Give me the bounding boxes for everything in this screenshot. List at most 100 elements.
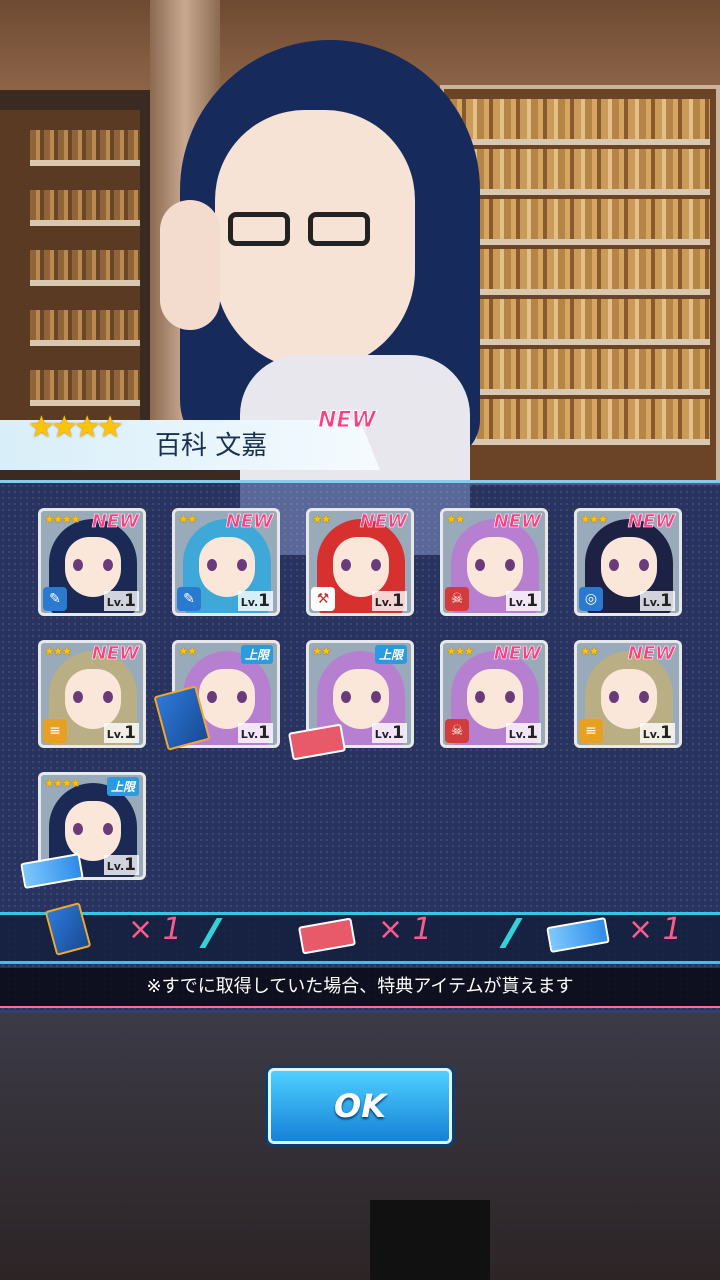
eye-icon bbox=[73, 691, 83, 703]
level-value: 1 bbox=[526, 591, 538, 611]
bonus-notice-text: ※すでに取得していた場合、特典アイテムが貰えます bbox=[0, 968, 720, 1008]
bonus-count-blue-ticket: × 1 bbox=[628, 912, 682, 947]
level-prefix: Lv. bbox=[240, 596, 259, 609]
new-badge: NEW bbox=[627, 643, 675, 664]
target-icon: ◎ bbox=[579, 587, 603, 611]
new-badge: NEW bbox=[91, 643, 139, 664]
eye-icon bbox=[103, 559, 113, 571]
card-rarity-stars: ★★ bbox=[446, 512, 465, 526]
eye-icon bbox=[639, 691, 649, 703]
character-card[interactable]: ★★★ NEW Lv.1 ≡ bbox=[38, 640, 146, 748]
card-level: Lv.1 bbox=[237, 591, 273, 611]
eye-icon bbox=[505, 691, 515, 703]
bonus-count-red-ticket: × 1 bbox=[378, 912, 432, 947]
glasses-icon bbox=[228, 212, 378, 252]
level-value: 1 bbox=[526, 723, 538, 743]
card-level: Lv.1 bbox=[103, 723, 139, 743]
eye-icon bbox=[237, 559, 247, 571]
bonus-items-bar bbox=[0, 912, 720, 964]
skull-icon: ☠ bbox=[445, 587, 469, 611]
wrench-icon: ✎ bbox=[43, 587, 67, 611]
eye-icon bbox=[207, 559, 217, 571]
bonus-count-book: × 1 bbox=[128, 912, 182, 947]
level-value: 1 bbox=[124, 855, 136, 875]
level-value: 1 bbox=[392, 723, 404, 743]
card-level: Lv.1 bbox=[371, 723, 407, 743]
level-prefix: Lv. bbox=[106, 596, 125, 609]
level-prefix: Lv. bbox=[508, 596, 527, 609]
level-prefix: Lv. bbox=[106, 728, 125, 741]
level-value: 1 bbox=[258, 591, 270, 611]
level-value: 1 bbox=[258, 723, 270, 743]
eye-icon bbox=[341, 691, 351, 703]
rarity-stars: ★★★★ bbox=[28, 410, 124, 445]
card-rarity-stars: ★★★ bbox=[580, 512, 608, 526]
limit-up-badge: 上限 bbox=[374, 645, 407, 664]
eye-icon bbox=[371, 559, 381, 571]
level-value: 1 bbox=[124, 723, 136, 743]
new-badge: NEW bbox=[359, 511, 407, 532]
new-badge: NEW bbox=[318, 408, 377, 434]
eye-icon bbox=[371, 691, 381, 703]
hammer-icon: ⚒ bbox=[311, 587, 335, 611]
card-rarity-stars: ★★★★ bbox=[44, 776, 81, 790]
eye-icon bbox=[207, 691, 217, 703]
new-badge: NEW bbox=[91, 511, 139, 532]
card-rarity-stars: ★★ bbox=[178, 512, 197, 526]
card-level: Lv.1 bbox=[371, 591, 407, 611]
character-card[interactable]: ★★ NEW Lv.1 ✎ bbox=[172, 508, 280, 616]
card-rarity-stars: ★★ bbox=[178, 644, 197, 658]
eye-icon bbox=[475, 559, 485, 571]
level-prefix: Lv. bbox=[374, 596, 393, 609]
lower-backdrop bbox=[0, 1010, 720, 1280]
level-value: 1 bbox=[392, 591, 404, 611]
ok-button[interactable]: OK bbox=[268, 1068, 452, 1144]
character-legs bbox=[370, 1200, 490, 1280]
level-prefix: Lv. bbox=[106, 860, 125, 873]
level-value: 1 bbox=[660, 591, 672, 611]
bars-icon: ≡ bbox=[579, 719, 603, 743]
skull-icon: ☠ bbox=[445, 719, 469, 743]
card-level: Lv.1 bbox=[237, 723, 273, 743]
card-rarity-stars: ★★ bbox=[312, 644, 331, 658]
level-value: 1 bbox=[660, 723, 672, 743]
eye-icon bbox=[73, 559, 83, 571]
card-rarity-stars: ★★★★ bbox=[44, 512, 81, 526]
level-prefix: Lv. bbox=[642, 728, 661, 741]
card-rarity-stars: ★★ bbox=[580, 644, 599, 658]
eye-icon bbox=[505, 559, 515, 571]
limit-up-badge: 上限 bbox=[106, 777, 139, 796]
new-badge: NEW bbox=[493, 643, 541, 664]
character-card[interactable]: ★★ NEW Lv.1 ≡ bbox=[574, 640, 682, 748]
character-card[interactable]: ★★ NEW Lv.1 ☠ bbox=[440, 508, 548, 616]
character-card[interactable]: ★★★ NEW Lv.1 ◎ bbox=[574, 508, 682, 616]
card-level: Lv.1 bbox=[505, 723, 541, 743]
level-prefix: Lv. bbox=[508, 728, 527, 741]
eye-icon bbox=[475, 691, 485, 703]
level-prefix: Lv. bbox=[240, 728, 259, 741]
character-card[interactable]: ★★★ NEW Lv.1 ☠ bbox=[440, 640, 548, 748]
eye-icon bbox=[639, 559, 649, 571]
character-card[interactable]: ★★ NEW Lv.1 ⚒ bbox=[306, 508, 414, 616]
new-badge: NEW bbox=[225, 511, 273, 532]
eye-icon bbox=[103, 823, 113, 835]
left-bookshelf bbox=[0, 110, 140, 440]
card-level: Lv.1 bbox=[639, 591, 675, 611]
card-rarity-stars: ★★★ bbox=[446, 644, 474, 658]
wrench-icon: ✎ bbox=[177, 587, 201, 611]
eye-icon bbox=[609, 691, 619, 703]
new-badge: NEW bbox=[627, 511, 675, 532]
level-prefix: Lv. bbox=[374, 728, 393, 741]
card-level: Lv.1 bbox=[639, 723, 675, 743]
card-level: Lv.1 bbox=[103, 591, 139, 611]
card-rarity-stars: ★★ bbox=[312, 512, 331, 526]
right-bookshelf bbox=[440, 85, 720, 485]
level-value: 1 bbox=[124, 591, 136, 611]
character-name: 百科 文嘉 bbox=[155, 431, 268, 461]
card-rarity-stars: ★★★ bbox=[44, 644, 72, 658]
level-prefix: Lv. bbox=[642, 596, 661, 609]
card-level: Lv.1 bbox=[103, 855, 139, 875]
eye-icon bbox=[341, 559, 351, 571]
card-level: Lv.1 bbox=[505, 591, 541, 611]
character-card[interactable]: ★★★★ NEW Lv.1 ✎ bbox=[38, 508, 146, 616]
